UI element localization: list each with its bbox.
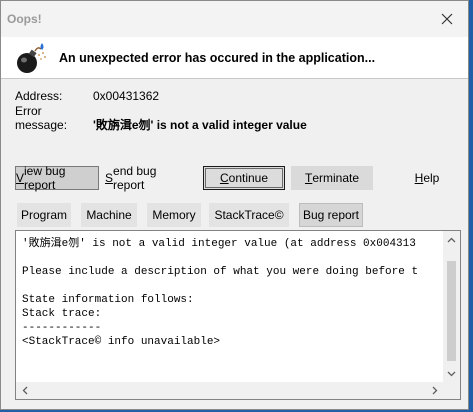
tab-machine[interactable]: Machine — [81, 203, 137, 227]
help-label: elp — [423, 171, 440, 185]
address-row: Address: 0x00431362 — [15, 89, 159, 103]
terminate-button[interactable]: Terminate — [291, 166, 373, 190]
chevron-right-icon — [432, 386, 437, 395]
continue-button[interactable]: Continue — [203, 166, 285, 190]
help-accesskey: H — [414, 171, 424, 185]
title-bar[interactable]: Oops! — [1, 1, 468, 37]
close-icon — [441, 13, 453, 25]
bug-report-text: '敗旃湒e刎' is not a valid integer value (at… — [22, 238, 419, 348]
scroll-right-button[interactable] — [426, 382, 443, 399]
chevron-down-icon — [447, 371, 456, 376]
scroll-down-button[interactable] — [443, 365, 460, 382]
error-message-row: Error message: '敗旃湒e刎' is not a valid int… — [15, 104, 307, 133]
continue-accesskey: C — [219, 171, 229, 185]
scrollbar-corner — [443, 382, 460, 399]
address-value: 0x00431362 — [93, 89, 160, 103]
send-bug-report-accesskey: S — [105, 171, 114, 185]
address-label: Address: — [15, 89, 63, 103]
header-message: An unexpected error has occured in the a… — [59, 51, 376, 65]
vertical-scrollbar[interactable] — [443, 231, 460, 382]
view-bug-report-button[interactable]: View bug report — [15, 164, 99, 192]
close-button[interactable] — [434, 7, 460, 31]
continue-label: ontinue — [228, 171, 269, 185]
chevron-up-icon — [447, 237, 456, 242]
tab-memory[interactable]: Memory — [147, 203, 201, 227]
window-title: Oops! — [7, 12, 42, 26]
error-message-value: '敗旃湒e刎' is not a valid integer value — [93, 118, 307, 132]
scroll-up-button[interactable] — [443, 231, 460, 248]
chevron-left-icon — [22, 386, 27, 395]
error-message-label: Error message: — [15, 104, 68, 132]
bomb-icon — [17, 43, 46, 73]
send-bug-report-button[interactable]: Send bug report — [105, 164, 191, 192]
terminate-label: erminate — [312, 171, 360, 185]
scroll-left-button[interactable] — [16, 382, 33, 399]
error-header: An unexpected error has occured in the a… — [1, 37, 468, 79]
error-dialog: Oops! An unexpected error has occured in… — [0, 0, 469, 410]
tab-bug-report[interactable]: Bug report — [299, 203, 363, 227]
help-button[interactable]: Help — [405, 166, 449, 190]
tab-stacktrace[interactable]: StackTrace© — [209, 203, 289, 227]
horizontal-scrollbar[interactable] — [16, 382, 443, 399]
tab-program[interactable]: Program — [17, 203, 71, 227]
send-bug-report-label: end bug report — [113, 164, 157, 192]
terminate-accesskey: T — [304, 171, 313, 185]
view-bug-report-accesskey: V — [16, 171, 25, 185]
bug-report-textarea[interactable]: '敗旃湒e刎' is not a valid integer value (at… — [15, 230, 461, 400]
view-bug-report-label: iew bug report — [24, 164, 66, 192]
vertical-scroll-thumb[interactable] — [447, 261, 456, 361]
